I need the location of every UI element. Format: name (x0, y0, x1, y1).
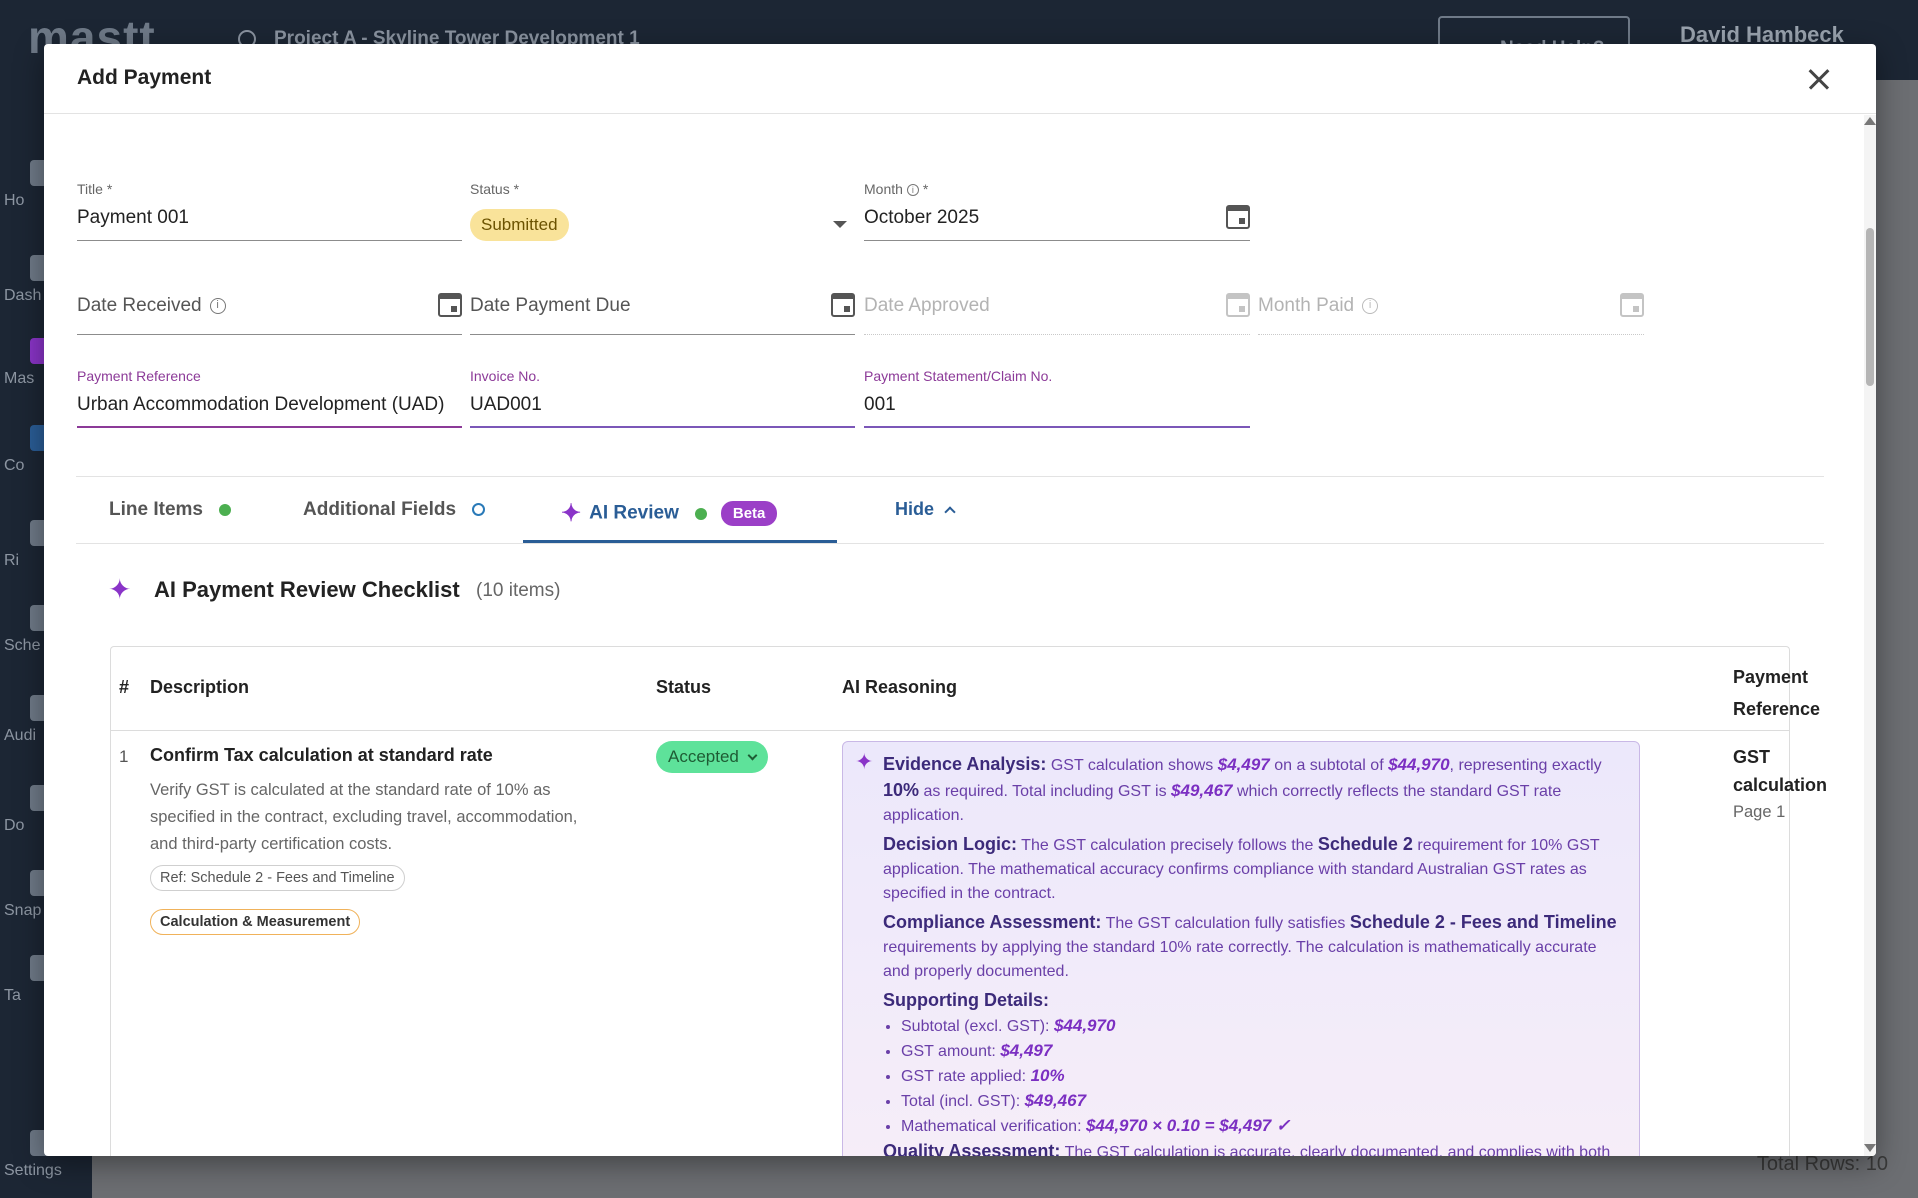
decision-logic: Decision Logic: The GST calculation prec… (883, 834, 1600, 902)
scroll-down-icon[interactable] (1864, 1144, 1876, 1152)
checklist-table: # Description Status AI Reasoning Paymen… (110, 646, 1827, 1156)
item-description: Verify GST is calculated at the standard… (150, 781, 578, 853)
quality-assessment: Quality Assessment: The GST calculation … (883, 1141, 1611, 1156)
sparkle-icon: ✦ (561, 500, 582, 527)
tab-additional-fields[interactable]: Additional Fields (303, 477, 486, 543)
chevron-down-icon (747, 750, 758, 760)
list-item: GST rate applied: 10% (901, 1064, 1623, 1089)
evidence-analysis: Evidence Analysis: GST calculation shows… (883, 754, 1602, 824)
tab-bar: Line Items Additional Fields ✦ AI Review B… (76, 476, 1824, 544)
claim-no-field[interactable]: Payment Statement/Claim No. 001 (864, 358, 1250, 428)
sparkle-icon: ✦ (108, 574, 132, 605)
calendar-icon (1620, 293, 1644, 317)
dialog-header: Add Payment (44, 44, 1876, 114)
calendar-icon[interactable] (1226, 205, 1250, 229)
calendar-icon[interactable] (438, 293, 462, 317)
column-header-payment-reference: Payment Reference (1733, 667, 1821, 719)
dialog-body: Title * Payment 001 Status * Submitted M… (44, 115, 1864, 1156)
calendar-icon (1226, 293, 1250, 317)
status-field[interactable]: Status * Submitted (470, 171, 855, 241)
status-dot (218, 503, 231, 516)
status-dot (694, 507, 707, 520)
supporting-details: Supporting Details: Subtotal (excl. GST)… (883, 988, 1623, 1139)
status-chip: Submitted (470, 209, 569, 241)
checklist-count: (10 items) (476, 580, 561, 601)
ai-reasoning-panel: ✦ Evidence Analysis: GST calculation sho… (842, 741, 1640, 1156)
title-field[interactable]: Title * Payment 001 (77, 171, 462, 241)
close-icon[interactable] (1802, 62, 1836, 96)
checklist-title: AI Payment Review Checklist (154, 577, 460, 602)
add-payment-dialog: Add Payment Title * Payment 001 Status *… (44, 44, 1876, 1156)
month-field[interactable]: Month i * October 2025 (864, 171, 1250, 241)
tab-ai-review[interactable]: ✦ AI Review Beta (523, 477, 837, 543)
chevron-down-icon[interactable] (833, 221, 847, 228)
chevron-up-icon (944, 506, 956, 518)
row-number: 1 (119, 747, 129, 766)
hide-button[interactable]: Hide (895, 499, 956, 520)
beta-badge: Beta (720, 501, 778, 526)
list-item: GST amount: $4,497 (901, 1039, 1623, 1064)
compliance-assessment: Compliance Assessment: The GST calculati… (883, 912, 1617, 980)
info-icon[interactable]: i (209, 297, 226, 314)
tab-line-items[interactable]: Line Items (109, 477, 231, 543)
info-icon[interactable]: i (906, 184, 919, 197)
dialog-title: Add Payment (77, 66, 212, 89)
column-header-ai-reasoning: AI Reasoning (842, 677, 958, 697)
info-icon: i (1362, 297, 1379, 314)
month-paid-field: Month Paid i (1258, 265, 1644, 335)
status-dropdown[interactable]: Accepted (656, 741, 768, 773)
list-item: Mathematical verification: $44,970 × 0.1… (901, 1114, 1623, 1139)
category-pill: Calculation & Measurement (150, 909, 361, 935)
column-header-status: Status (656, 677, 712, 697)
list-item: Total (incl. GST): $49,467 (901, 1089, 1623, 1114)
scroll-thumb[interactable] (1866, 228, 1874, 386)
column-header-num: # (119, 677, 130, 697)
date-approved-field: Date Approved (864, 265, 1250, 335)
sparkle-icon: ✦ (855, 749, 874, 774)
dialog-scrollbar[interactable] (1864, 115, 1876, 1156)
list-item: Subtotal (excl. GST): $44,970 (901, 1014, 1623, 1039)
scroll-up-icon[interactable] (1864, 117, 1876, 125)
payment-reference-field[interactable]: Payment Reference Urban Accommodation De… (77, 358, 462, 428)
table-row: 1 Confirm Tax calculation at standard ra… (111, 731, 1827, 1156)
date-payment-due-field[interactable]: Date Payment Due (470, 265, 855, 335)
status-dot (472, 503, 486, 517)
payment-reference-title: GST calculation (1733, 747, 1828, 795)
total-rows: Total Rows: 10 (1756, 1153, 1888, 1175)
column-header-description: Description (150, 677, 250, 697)
calendar-icon[interactable] (831, 293, 855, 317)
item-title: Confirm Tax calculation at standard rate (150, 745, 493, 765)
reference-pill[interactable]: Ref: Schedule 2 - Fees and Timeline (150, 865, 405, 891)
date-received-field[interactable]: Date Received i (77, 265, 462, 335)
table-header-row: # Description Status AI Reasoning Paymen… (111, 647, 1820, 731)
invoice-no-field[interactable]: Invoice No. UAD001 (470, 358, 855, 428)
payment-reference-page[interactable]: Page 1 (1733, 803, 1785, 822)
